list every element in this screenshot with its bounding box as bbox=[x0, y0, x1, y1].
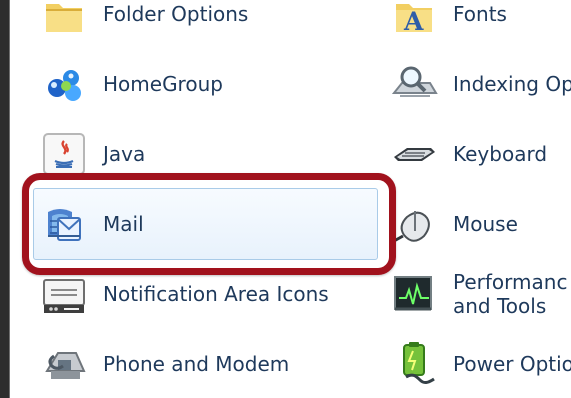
homegroup-icon bbox=[40, 60, 88, 108]
fonts-label: Fonts bbox=[453, 2, 507, 26]
phone-and-modem-label: Phone and Modem bbox=[103, 352, 290, 376]
control-panel-item-folder-options[interactable]: Folder Options bbox=[40, 0, 248, 44]
control-panel-item-keyboard[interactable]: Keyboard bbox=[390, 124, 547, 184]
performance-icon bbox=[390, 270, 438, 318]
control-panel-item-phone-and-modem[interactable]: Phone and Modem bbox=[40, 334, 289, 394]
phone-modem-icon bbox=[40, 340, 88, 388]
folder-options-icon bbox=[40, 0, 88, 38]
mouse-label: Mouse bbox=[453, 212, 518, 236]
keyboard-icon bbox=[390, 130, 438, 178]
performance-label-line-2: and Tools bbox=[453, 294, 547, 318]
java-icon bbox=[40, 130, 88, 178]
java-label: Java bbox=[103, 142, 146, 166]
control-panel-item-fonts[interactable]: A Fonts bbox=[390, 0, 507, 44]
svg-text:A: A bbox=[403, 7, 424, 36]
notification-area-icon bbox=[40, 270, 88, 318]
control-panel-view: Folder Options HomeGroup Java Mail Notif… bbox=[0, 0, 571, 398]
control-panel-item-performance-information-and-tools[interactable]: Performanc and Tools bbox=[390, 264, 567, 324]
power-options-icon bbox=[390, 340, 438, 388]
keyboard-label: Keyboard bbox=[453, 142, 548, 166]
performance-label-line-1: Performanc bbox=[453, 270, 568, 294]
fonts-icon: A bbox=[390, 0, 438, 38]
window-left-border bbox=[0, 0, 10, 398]
control-panel-item-mouse[interactable]: Mouse bbox=[390, 194, 518, 254]
homegroup-label: HomeGroup bbox=[103, 72, 223, 96]
folder-options-label: Folder Options bbox=[103, 2, 249, 26]
control-panel-item-homegroup[interactable]: HomeGroup bbox=[40, 54, 223, 114]
performance-label: Performanc and Tools bbox=[453, 270, 567, 318]
power-options-label: Power Optio bbox=[453, 352, 571, 376]
red-highlight-annotation bbox=[22, 173, 396, 275]
indexing-options-icon bbox=[390, 60, 438, 108]
notification-area-icons-label: Notification Area Icons bbox=[103, 282, 329, 306]
control-panel-item-power-options[interactable]: Power Optio bbox=[390, 334, 571, 394]
control-panel-item-indexing-options[interactable]: Indexing Op bbox=[390, 54, 571, 114]
indexing-options-label: Indexing Op bbox=[453, 72, 571, 96]
mouse-icon bbox=[390, 200, 438, 248]
